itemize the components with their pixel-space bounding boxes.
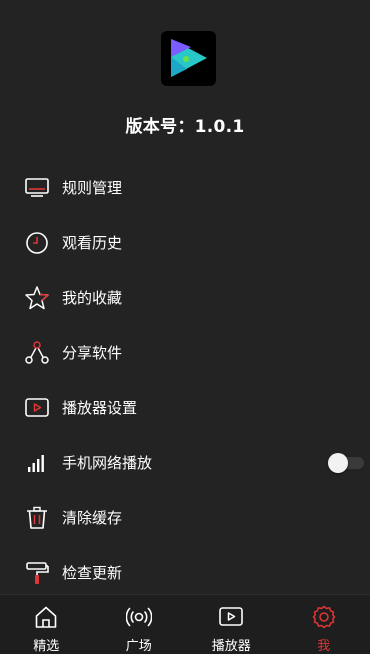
paint-roller-icon (24, 560, 50, 586)
menu-item-player-settings[interactable]: 播放器设置 (0, 380, 370, 435)
monitor-icon (24, 175, 50, 201)
nav-label: 精选 (33, 639, 60, 654)
menu-item-check-update[interactable]: 检查更新 (0, 545, 370, 600)
mobile-network-toggle[interactable] (328, 452, 364, 473)
broadcast-icon (125, 604, 153, 630)
nav-tab-featured[interactable]: 精选 (0, 595, 93, 654)
menu-item-mobile-network-play: 手机网络播放 (0, 435, 370, 490)
nav-label: 我 (317, 639, 331, 654)
menu-item-label: 手机网络播放 (62, 453, 153, 472)
menu-item-label: 播放器设置 (62, 398, 138, 417)
star-icon (24, 285, 50, 311)
clock-icon (24, 230, 50, 256)
menu-item-favorites[interactable]: 我的收藏 (0, 270, 370, 325)
menu-item-label: 分享软件 (62, 343, 123, 362)
menu-item-label: 我的收藏 (62, 288, 123, 307)
version-text: 版本号：1.0.1 (125, 117, 245, 137)
share-icon (24, 340, 50, 366)
menu-item-label: 规则管理 (62, 178, 123, 197)
menu-item-clear-cache[interactable]: 清除缓存 (0, 490, 370, 545)
nav-tab-player[interactable]: 播放器 (185, 595, 278, 654)
player-settings-icon (24, 395, 50, 421)
nav-tab-plaza[interactable]: 广场 (93, 595, 186, 654)
nav-label: 广场 (125, 639, 152, 654)
home-icon (33, 604, 59, 630)
gear-icon (311, 604, 337, 630)
bottom-navigation: 精选 广场 播放器 我 (0, 594, 370, 654)
trash-icon (24, 505, 50, 531)
app-play-logo-icon (161, 31, 216, 86)
toggle-knob (328, 452, 348, 473)
signal-bars-icon (24, 450, 50, 476)
menu-item-label: 观看历史 (62, 233, 123, 252)
menu-item-rules[interactable]: 规则管理 (0, 160, 370, 215)
settings-menu: 规则管理 观看历史 我的收藏 分享软件 播放器设置 手机网络播放 清除缓存 检查… (0, 160, 370, 600)
menu-item-history[interactable]: 观看历史 (0, 215, 370, 270)
app-root: 版本号：1.0.1 规则管理 观看历史 我的收藏 分享软件 播放器设置 手机网络… (0, 0, 370, 654)
nav-tab-me[interactable]: 我 (278, 595, 370, 654)
player-icon (218, 604, 244, 630)
menu-item-share[interactable]: 分享软件 (0, 325, 370, 380)
menu-item-label: 检查更新 (62, 563, 123, 582)
nav-label: 播放器 (211, 639, 251, 654)
menu-item-label: 清除缓存 (62, 508, 123, 527)
